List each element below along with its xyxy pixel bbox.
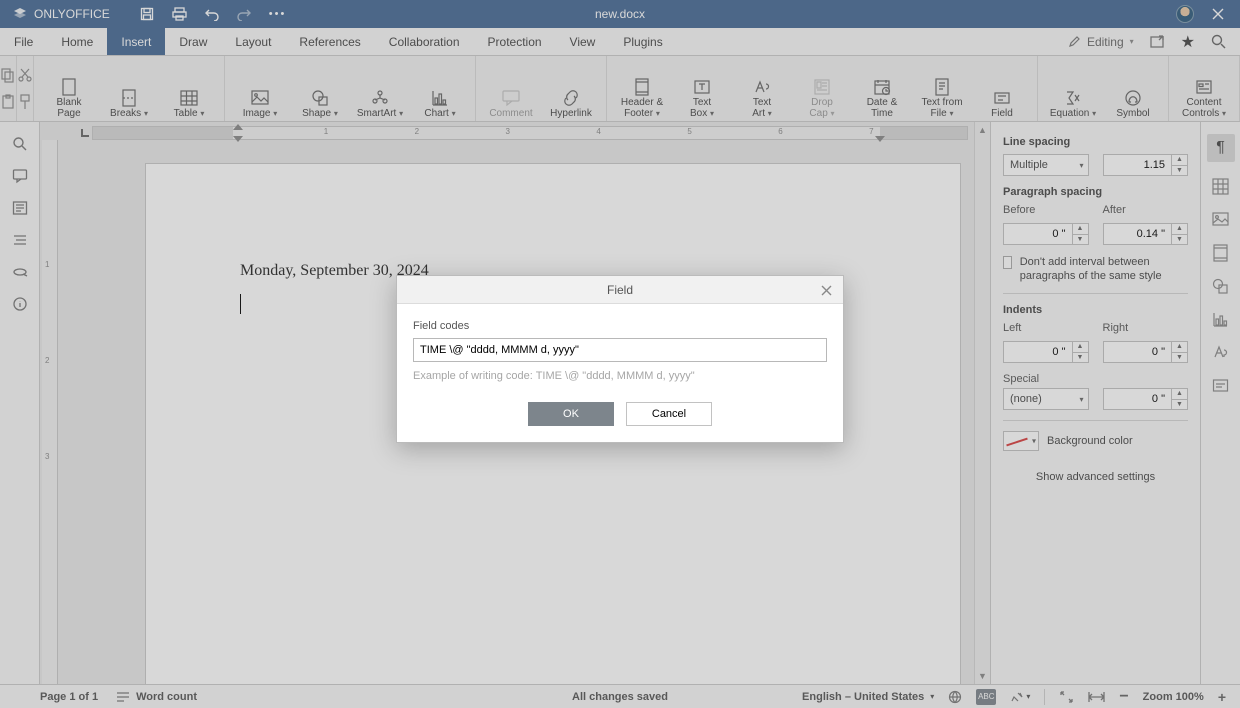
ok-button[interactable]: OK	[528, 402, 614, 426]
field-dialog: Field Field codes Example of writing cod…	[396, 275, 844, 443]
dialog-close-button[interactable]	[817, 281, 835, 299]
dialog-title: Field	[607, 283, 633, 297]
field-codes-label: Field codes	[413, 320, 827, 332]
field-codes-input[interactable]	[413, 338, 827, 362]
field-codes-hint: Example of writing code: TIME \@ "dddd, …	[413, 370, 827, 382]
cancel-button[interactable]: Cancel	[626, 402, 712, 426]
close-icon	[821, 285, 832, 296]
dialog-title-bar: Field	[397, 276, 843, 304]
